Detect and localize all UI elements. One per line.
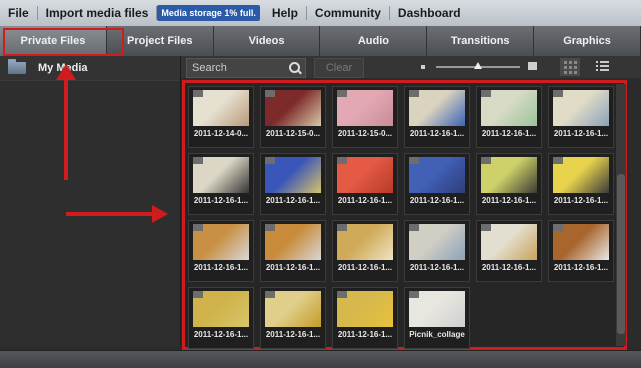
thumbnail-label: 2011-12-16-1...	[553, 129, 609, 138]
thumbnail-label: 2011-12-16-1...	[481, 196, 537, 205]
media-thumbnail[interactable]: 2011-12-16-1...	[260, 153, 326, 215]
media-type-icon	[481, 157, 491, 164]
tab-audio[interactable]: Audio	[320, 26, 428, 56]
media-type-icon	[409, 90, 419, 97]
media-thumbnail[interactable]: 2011-12-16-1...	[332, 153, 398, 215]
media-thumbnail[interactable]: 2011-12-14-0...	[188, 86, 254, 148]
thumbnail-label: 2011-12-15-0...	[337, 129, 393, 138]
media-type-icon	[409, 157, 419, 164]
media-thumbnail[interactable]: 2011-12-16-1...	[332, 287, 398, 349]
thumbnail-label: 2011-12-16-1...	[337, 330, 393, 339]
grid-view-button[interactable]	[560, 58, 580, 76]
thumbnail-label: 2011-12-16-1...	[409, 263, 465, 272]
media-type-icon	[337, 291, 347, 298]
media-thumbnail[interactable]: 2011-12-15-0...	[332, 86, 398, 148]
media-thumbnail[interactable]: Picnik_collage	[404, 287, 470, 349]
media-thumbnail[interactable]: 2011-12-16-1...	[332, 220, 398, 282]
media-thumbnail[interactable]: 2011-12-16-1...	[476, 220, 542, 282]
media-thumbnail[interactable]: 2011-12-16-1...	[260, 287, 326, 349]
media-type-icon	[481, 90, 491, 97]
media-type-icon	[553, 224, 563, 231]
media-thumbnail[interactable]: 2011-12-16-1...	[188, 220, 254, 282]
thumbnail-label: 2011-12-16-1...	[481, 129, 537, 138]
media-type-icon	[265, 291, 275, 298]
tab-transitions[interactable]: Transitions	[427, 26, 535, 56]
thumbnail-label: 2011-12-16-1...	[193, 263, 249, 272]
media-thumbnail[interactable]: 2011-12-16-1...	[548, 153, 614, 215]
timeline-bar	[0, 350, 641, 368]
media-type-icon	[193, 291, 203, 298]
menu-dashboard[interactable]: Dashboard	[390, 6, 469, 20]
zoom-slider-handle[interactable]	[474, 62, 482, 69]
media-type-icon	[265, 224, 275, 231]
media-thumbnail[interactable]: 2011-12-16-1...	[548, 86, 614, 148]
media-thumbnail[interactable]: 2011-12-15-0...	[260, 86, 326, 148]
thumbnail-label: 2011-12-16-1...	[193, 330, 249, 339]
zoom-in-icon[interactable]	[528, 62, 537, 70]
media-type-icon	[193, 157, 203, 164]
search-input[interactable]	[187, 61, 289, 75]
thumbnail-label: 2011-12-14-0...	[193, 129, 249, 138]
thumbnail-label: 2011-12-16-1...	[265, 196, 321, 205]
clear-button[interactable]: Clear	[314, 58, 364, 78]
thumbnail-label: 2011-12-16-1...	[409, 196, 465, 205]
thumbnail-label: Picnik_collage	[409, 330, 465, 339]
zoom-out-icon[interactable]	[421, 65, 425, 69]
tab-videos[interactable]: Videos	[214, 26, 321, 56]
media-thumbnail[interactable]: 2011-12-16-1...	[404, 153, 470, 215]
media-type-icon	[409, 291, 419, 298]
annotation-arrow-up	[56, 64, 76, 180]
media-type-icon	[337, 157, 347, 164]
sidebar-item-my-media[interactable]: My Media	[0, 56, 180, 81]
media-thumbnail[interactable]: 2011-12-16-1...	[188, 287, 254, 349]
search-icon[interactable]	[289, 62, 301, 74]
annotation-arrow-right	[66, 205, 170, 223]
media-thumbnail[interactable]: 2011-12-16-1...	[188, 153, 254, 215]
menu-bar: File Import media files Media storage 1%…	[0, 0, 641, 27]
media-scrollbar[interactable]	[616, 84, 626, 346]
media-type-icon	[337, 90, 347, 97]
media-type-icon	[409, 224, 419, 231]
media-type-icon	[265, 157, 275, 164]
menu-file[interactable]: File	[0, 6, 38, 20]
media-type-icon	[553, 90, 563, 97]
media-type-icon	[481, 224, 491, 231]
thumbnail-label: 2011-12-16-1...	[337, 196, 393, 205]
media-thumbnail[interactable]: 2011-12-16-1...	[476, 153, 542, 215]
search-field[interactable]	[186, 58, 306, 78]
tab-graphics[interactable]: Graphics	[534, 26, 641, 56]
thumbnail-label: 2011-12-16-1...	[409, 129, 465, 138]
menu-help[interactable]: Help	[264, 6, 307, 20]
menu-import-media[interactable]: Import media files	[38, 6, 158, 20]
list-view-button[interactable]	[596, 59, 610, 73]
thumbnail-label: 2011-12-15-0...	[265, 129, 321, 138]
media-type-icon	[337, 224, 347, 231]
folder-icon	[8, 59, 26, 74]
scrollbar-thumb[interactable]	[617, 174, 625, 334]
thumbnail-label: 2011-12-16-1...	[481, 263, 537, 272]
thumbnail-label: 2011-12-16-1...	[193, 196, 249, 205]
annotation-highlight-box	[3, 28, 124, 56]
menu-community[interactable]: Community	[307, 6, 390, 20]
media-type-icon	[553, 157, 563, 164]
media-thumbnail[interactable]: 2011-12-16-1...	[404, 220, 470, 282]
media-thumbnail[interactable]: 2011-12-16-1...	[548, 220, 614, 282]
thumbnail-label: 2011-12-16-1...	[553, 263, 609, 272]
thumbnail-label: 2011-12-16-1...	[337, 263, 393, 272]
media-type-icon	[193, 90, 203, 97]
storage-badge: Media storage 1% full.	[157, 5, 260, 21]
thumbnail-label: 2011-12-16-1...	[265, 330, 321, 339]
media-thumbnail[interactable]: 2011-12-16-1...	[476, 86, 542, 148]
media-type-icon	[265, 90, 275, 97]
thumbnail-label: 2011-12-16-1...	[265, 263, 321, 272]
thumbnail-label: 2011-12-16-1...	[553, 196, 609, 205]
sidebar: My Media	[0, 56, 181, 346]
media-thumbnail[interactable]: 2011-12-16-1...	[404, 86, 470, 148]
media-thumbnail[interactable]: 2011-12-16-1...	[260, 220, 326, 282]
media-type-icon	[193, 224, 203, 231]
